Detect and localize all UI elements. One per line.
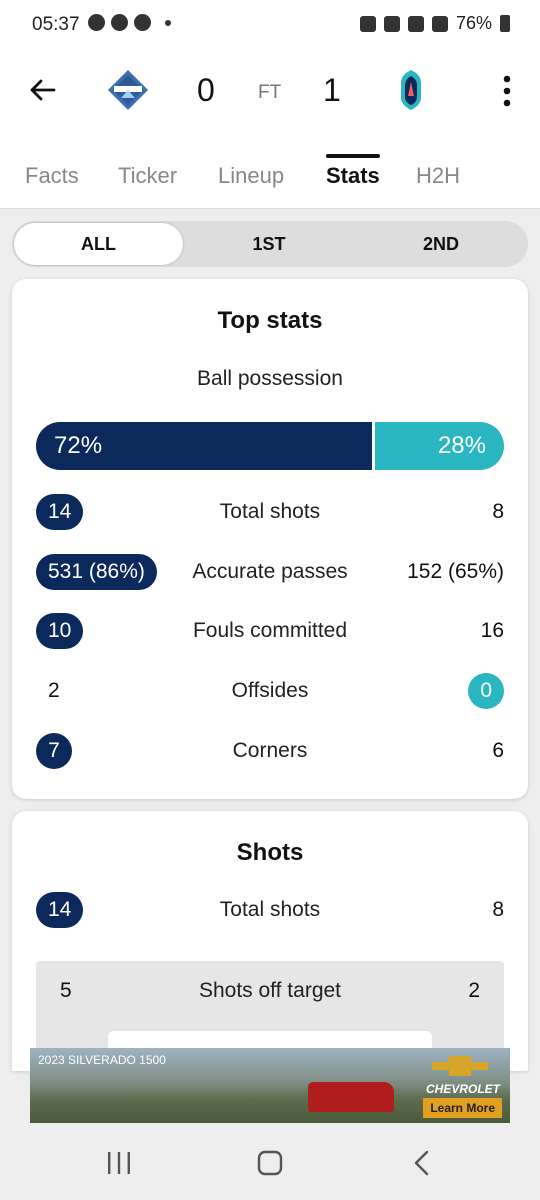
tab-lineup[interactable]: Lineup <box>218 163 284 189</box>
stat-row-accurate-passes: Accurate passes 531 (86%) 152 (65%) <box>12 552 528 592</box>
system-icons: 76% <box>359 13 510 34</box>
tab-stats[interactable]: Stats <box>326 163 380 189</box>
stat-away-value: 6 <box>492 739 504 762</box>
airplane-icon <box>431 15 448 32</box>
chevrolet-logo-icon <box>432 1056 488 1076</box>
status-bar: 05:37 76% <box>0 0 540 50</box>
home-score: 0 <box>197 72 215 108</box>
stat-home-value: 5 <box>60 979 72 1002</box>
back-arrow-icon[interactable] <box>28 75 58 105</box>
stat-home-value: 531 (86%) <box>36 554 157 590</box>
tab-h2h[interactable]: H2H <box>416 163 460 189</box>
stat-row-total-shots: Total shots 14 8 <box>12 890 528 930</box>
stat-row-total-shots: Total shots 14 8 <box>12 492 528 532</box>
stat-away-value: 0 <box>468 673 504 709</box>
stat-home-value: 2 <box>48 679 60 702</box>
more-options-icon[interactable] <box>500 74 514 108</box>
match-tabs: Facts Ticker Lineup Stats H2H <box>0 155 540 208</box>
ad-truck-image <box>308 1082 394 1112</box>
home-team-logo[interactable] <box>106 68 150 112</box>
stat-label: Corners <box>232 739 308 762</box>
period-second-half[interactable]: 2ND <box>356 221 526 267</box>
notification-app-icon <box>88 14 105 31</box>
battery-icon <box>500 15 510 32</box>
stat-label: Shots off target <box>198 979 342 1002</box>
stat-home-value: 7 <box>36 733 72 769</box>
stat-row-offsides: Offsides 2 0 <box>12 671 528 711</box>
shots-title: Shots <box>236 839 304 866</box>
stat-home-value: 14 <box>36 494 84 530</box>
stat-home-value: 14 <box>36 892 84 928</box>
mute-icon <box>383 15 400 32</box>
battery-percent: 76% <box>455 13 492 33</box>
stat-row-fouls: Fouls committed 10 16 <box>12 611 528 651</box>
home-icon[interactable] <box>257 1150 283 1176</box>
notification-chrome-icon <box>134 14 151 31</box>
shots-card: Shots Total shots 14 8 Shots off target … <box>12 811 528 1091</box>
recent-apps-icon[interactable] <box>105 1150 133 1176</box>
stat-away-value: 16 <box>480 619 504 642</box>
stat-row-corners: Corners 7 6 <box>12 731 528 771</box>
tab-ticker[interactable]: Ticker <box>118 163 177 189</box>
away-team-logo[interactable] <box>389 68 433 112</box>
ad-learn-more-button[interactable]: Learn More <box>423 1098 502 1118</box>
stat-away-value: 8 <box>492 500 504 523</box>
ad-title: 2023 SILVERADO 1500 <box>38 1053 166 1067</box>
ad-banner[interactable]: 2023 SILVERADO 1500 CHEVROLET Learn More <box>30 1048 510 1123</box>
top-stats-title: Top stats <box>217 307 323 334</box>
stat-away-value: 2 <box>468 979 480 1002</box>
tab-facts[interactable]: Facts <box>25 163 79 189</box>
stat-away-value: 152 (65%) <box>407 560 504 583</box>
active-tab-indicator <box>326 154 380 158</box>
notification-icons <box>88 14 171 31</box>
stat-label: Total shots <box>219 500 321 523</box>
system-back-icon[interactable] <box>410 1150 434 1176</box>
ad-brand: CHEVROLET <box>425 1082 500 1096</box>
stat-home-value: 10 <box>36 613 84 649</box>
period-first-half[interactable]: 1ST <box>184 221 354 267</box>
possession-label: Ball possession <box>197 367 343 390</box>
period-all[interactable]: ALL <box>14 223 183 265</box>
system-nav-bar <box>0 1128 540 1200</box>
match-header: 0 FT 1 Facts Ticker Lineup Stats H2H <box>0 50 540 209</box>
more-notifications-icon <box>165 19 171 26</box>
notification-cbc-icon <box>111 14 128 31</box>
status-time: 05:37 <box>32 14 80 35</box>
away-score: 1 <box>323 72 341 108</box>
stat-away-value: 8 <box>492 898 504 921</box>
wifi-icon <box>407 15 424 32</box>
stat-label: Total shots <box>219 898 321 921</box>
stat-label: Offsides <box>231 679 309 702</box>
alarm-icon <box>359 15 376 32</box>
stat-row-shots-off-target: Shots off target 5 2 <box>36 971 504 1011</box>
period-selector: ALL 1ST 2ND <box>12 221 528 267</box>
stat-label: Fouls committed <box>192 619 348 642</box>
possession-away-bar: 28% <box>375 422 504 470</box>
match-status: FT <box>258 82 282 103</box>
top-stats-card: Top stats Ball possession 72% 28% Total … <box>12 279 528 799</box>
possession-home-bar: 72% <box>36 422 372 470</box>
